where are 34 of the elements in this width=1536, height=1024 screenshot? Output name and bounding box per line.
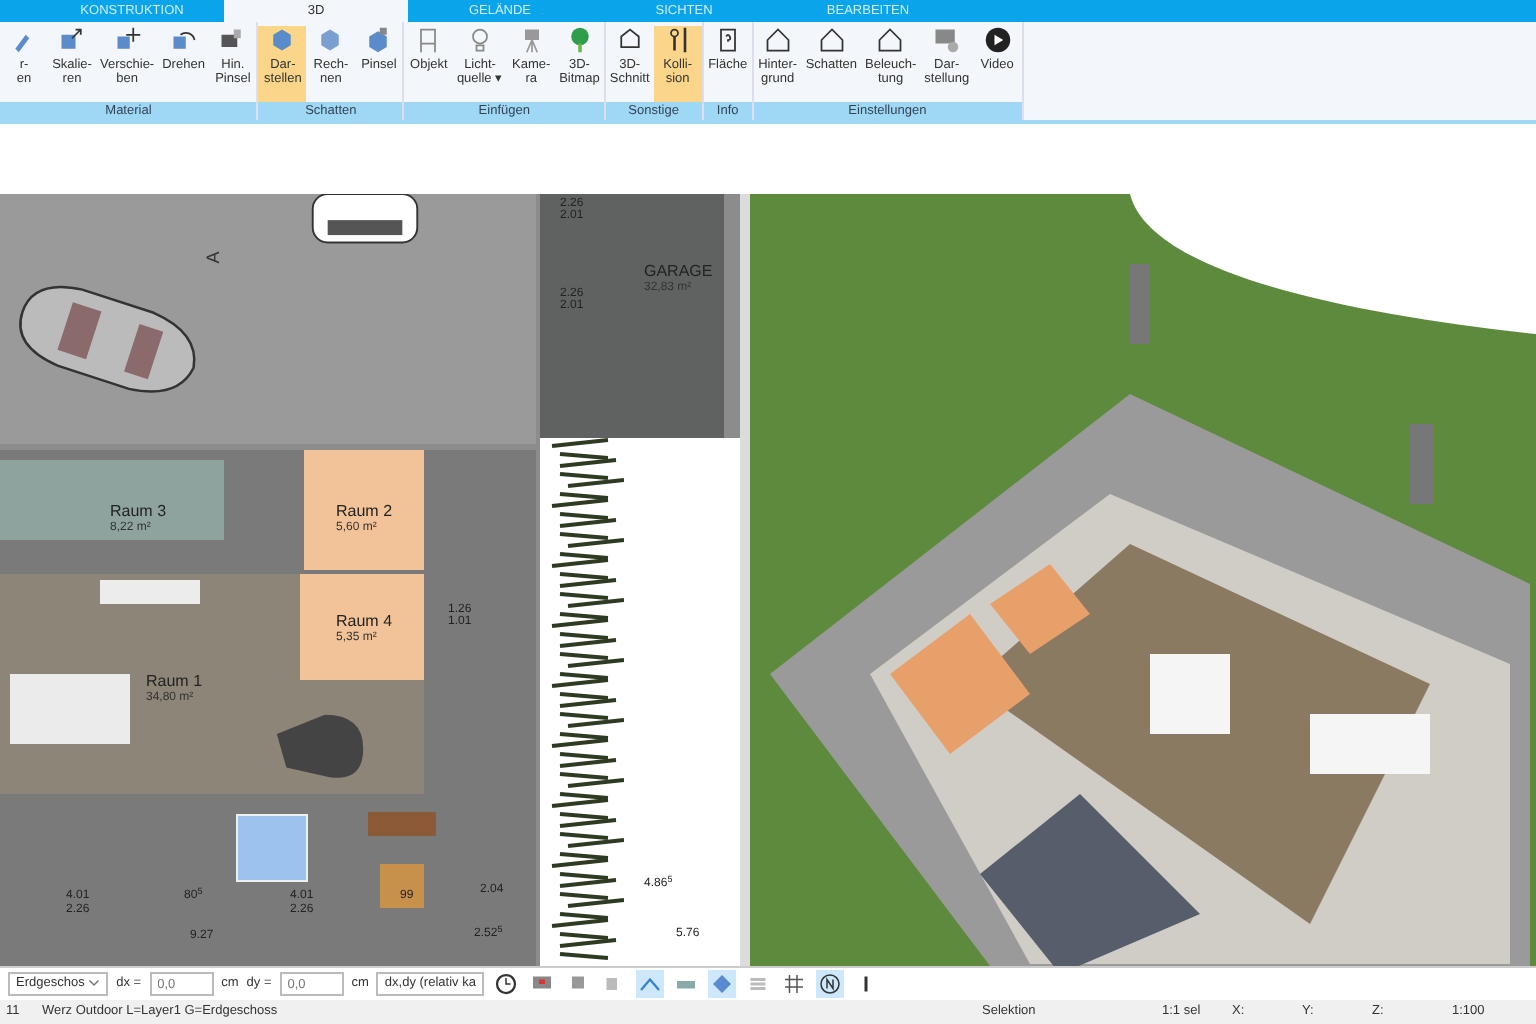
roof-icon [637,972,662,996]
room-name: GARAGE [644,264,713,280]
cube-icon [268,26,297,54]
grid-icon [781,972,806,996]
cube-icon [316,26,345,54]
room-name: Raum 3 [110,504,167,520]
toolbar-button[interactable] [491,970,520,998]
room-floor [304,450,424,570]
tree-icon [565,26,594,54]
room-name: Raum 2 [336,504,393,520]
house-icon [876,26,905,54]
caret-icon [88,976,101,989]
sideboard [368,812,436,836]
room-name: Raum 4 [336,614,393,630]
move-icon [113,26,142,54]
layers-icon [745,972,770,996]
house-icon [817,26,846,54]
toolbar-button[interactable] [779,970,808,998]
section-marker: A [200,251,225,264]
cabinet [380,864,424,908]
piano-icon [272,710,368,782]
kitchen-counter [10,674,130,744]
cube-icon [364,26,393,54]
layer-icon [709,972,734,996]
sofa [100,580,200,604]
toolbar-button[interactable] [815,970,844,998]
clock-icon [493,972,518,996]
rotate-icon [169,26,198,54]
monitor-icon [932,26,961,54]
scale-icon [58,26,86,54]
house-icon [763,26,792,54]
room-name: Raum 1 [146,674,203,690]
bed [236,814,308,882]
north-icon [817,972,842,996]
